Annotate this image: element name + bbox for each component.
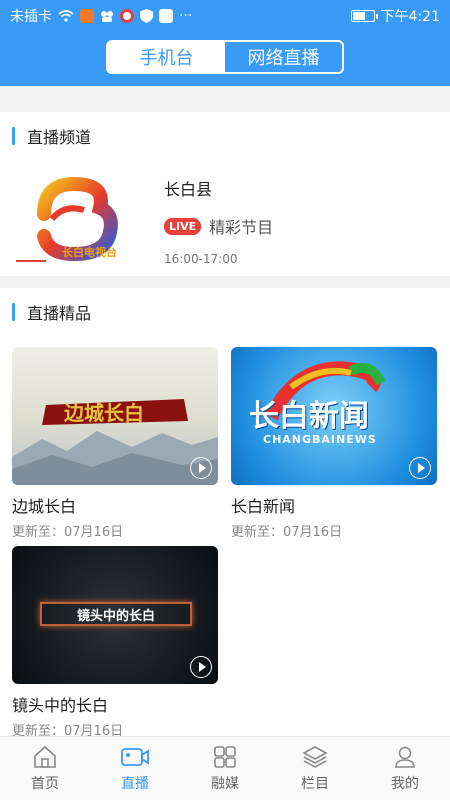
home-icon xyxy=(34,745,56,768)
section-accent-bar xyxy=(12,127,15,145)
section-title: 直播精品 xyxy=(27,304,92,323)
status-bar: 未插卡 ··· 下午4:21 xyxy=(0,0,450,32)
app-notification-icon xyxy=(80,9,94,23)
featured-title: 镜头中的长白 xyxy=(12,696,109,715)
wifi-icon xyxy=(58,10,74,22)
channel-name: 长白县 xyxy=(164,180,213,199)
tab-profile[interactable]: 我的 xyxy=(360,737,450,800)
tab-live[interactable]: 直播 xyxy=(90,737,180,800)
featured-thumbnail: 边城长白 xyxy=(12,347,218,485)
featured-thumb-text: 边城长白 xyxy=(64,401,144,425)
tab-label: 首页 xyxy=(31,775,59,792)
tab-label: 融媒 xyxy=(211,775,239,792)
app-notification-icon xyxy=(159,9,173,23)
live-badge: LIVE xyxy=(164,217,202,235)
app-notification-icon xyxy=(120,9,134,23)
featured-thumb-text: 镜头中的长白 xyxy=(76,608,155,624)
featured-thumbnail: 长白新闻 CHANGBAINEWS xyxy=(231,347,437,485)
layers-icon xyxy=(302,745,328,768)
app-notification-icon xyxy=(100,9,114,23)
more-notifications-icon: ··· xyxy=(179,8,193,24)
camera-icon xyxy=(121,747,149,766)
carrier-text: 未插卡 xyxy=(10,9,52,25)
featured-item[interactable]: 镜头中的长白 镜头中的长白 更新至：07月16日 xyxy=(12,546,218,739)
tab-home[interactable]: 首页 xyxy=(0,737,90,800)
tab-label: 直播 xyxy=(121,775,149,792)
tab-mobile-station[interactable]: 手机台 xyxy=(108,42,225,72)
user-icon xyxy=(395,746,415,768)
channel-item[interactable]: 长白电视台 长白县 LIVE 精彩节目 16:00-17:00 xyxy=(14,174,273,266)
section-accent-bar xyxy=(12,303,15,321)
featured-title: 长白新闻 xyxy=(231,497,296,516)
tab-label: 栏目 xyxy=(301,775,329,792)
channel-logo: 长白电视台 xyxy=(14,174,150,266)
tab-web-live[interactable]: 网络直播 xyxy=(225,42,342,72)
tab-columns[interactable]: 栏目 xyxy=(270,737,360,800)
featured-thumb-subtext: CHANGBAINEWS xyxy=(263,433,377,446)
featured-thumb-frame: 镜头中的长白 xyxy=(40,602,192,626)
featured-thumb-text: 长白新闻 xyxy=(249,399,369,434)
featured-section: 直播精品 边城长白 边城长白 更新至：07月16日 长白新闻 CHANGBAIN… xyxy=(0,288,450,739)
featured-item[interactable]: 长白新闻 CHANGBAINEWS 长白新闻 更新至：07月16日 xyxy=(231,347,437,540)
clock-text: 下午4:21 xyxy=(380,9,440,25)
play-icon xyxy=(409,457,431,479)
play-icon xyxy=(190,457,212,479)
live-channels-section: 直播频道 长白电视台 长白县 LIVE 精彩节目 16:00-17:00 xyxy=(0,112,450,276)
app-header: 未插卡 ··· 下午4:21 手机台 网络直播 xyxy=(0,0,450,86)
battery-icon xyxy=(350,10,378,22)
tab-label: 我的 xyxy=(391,775,419,792)
tab-media[interactable]: 融媒 xyxy=(180,737,270,800)
section-title: 直播频道 xyxy=(27,128,92,147)
segmented-control: 手机台 网络直播 xyxy=(106,40,344,74)
program-time: 16:00-17:00 xyxy=(164,252,238,266)
section-header: 直播精品 xyxy=(0,288,450,336)
featured-updated: 更新至：07月16日 xyxy=(12,525,124,540)
featured-item[interactable]: 边城长白 边城长白 更新至：07月16日 xyxy=(12,347,218,540)
shield-icon xyxy=(140,9,153,23)
bottom-tab-bar: 首页 直播 融媒 栏目 我的 xyxy=(0,736,450,800)
channel-logo-text: 长白电视台 xyxy=(62,246,117,259)
play-icon xyxy=(190,656,212,678)
current-program: 精彩节目 xyxy=(209,218,274,237)
featured-updated: 更新至：07月16日 xyxy=(231,525,343,540)
featured-title: 边城长白 xyxy=(12,497,77,516)
featured-thumbnail: 镜头中的长白 xyxy=(12,546,218,684)
section-header: 直播频道 xyxy=(0,112,450,160)
grid-icon xyxy=(214,745,236,768)
